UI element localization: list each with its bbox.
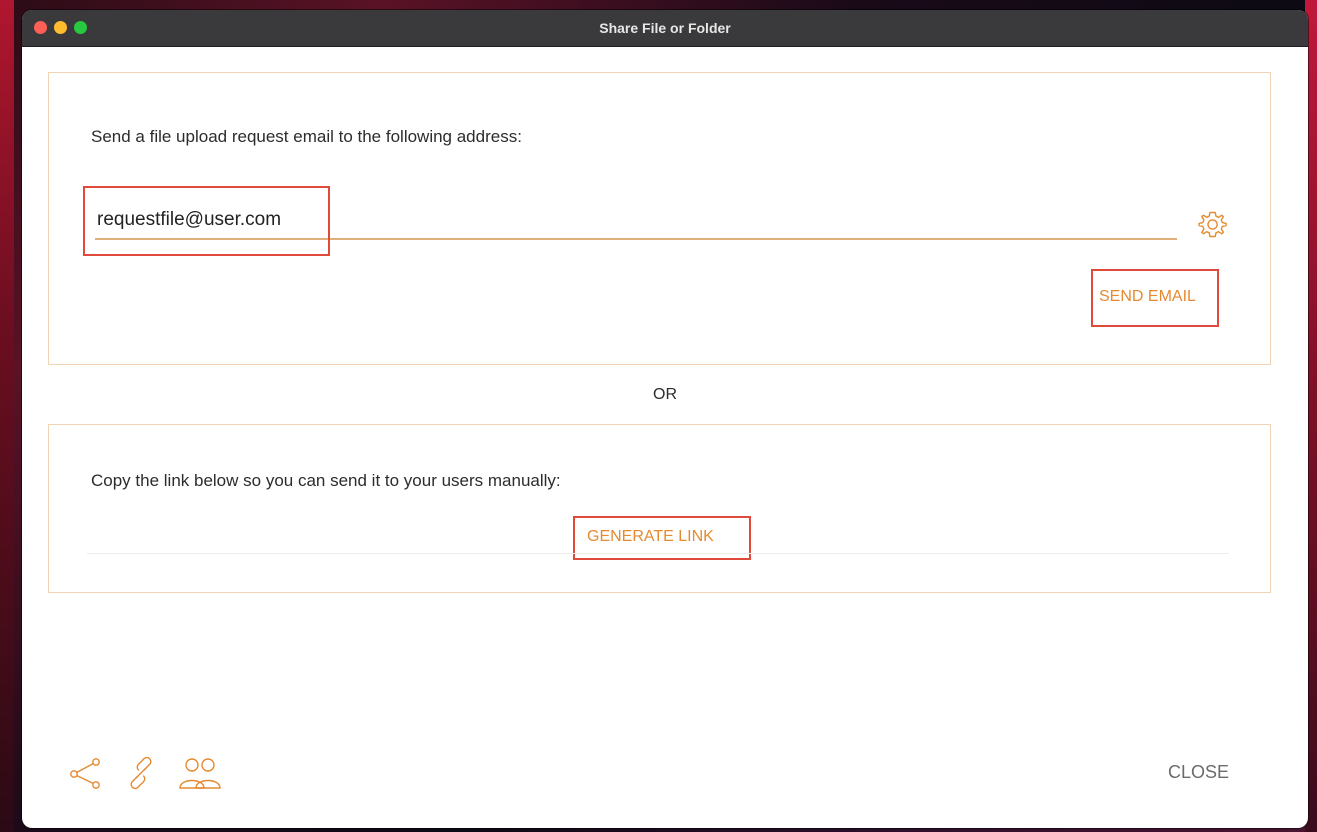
gear-icon[interactable] — [1197, 209, 1229, 241]
link-panel: Copy the link below so you can send it t… — [48, 424, 1271, 593]
window-title: Share File or Folder — [599, 20, 731, 36]
desktop-background-left — [0, 0, 14, 832]
users-icon[interactable] — [178, 756, 222, 790]
or-separator: OR — [653, 386, 677, 403]
send-email-button[interactable]: SEND EMAIL — [1099, 288, 1196, 306]
link-prompt: Copy the link below so you can send it t… — [91, 471, 561, 490]
link-icon[interactable] — [124, 756, 158, 790]
title-bar: Share File or Folder — [22, 10, 1308, 47]
email-input[interactable] — [95, 206, 1177, 240]
generate-link-button[interactable]: GENERATE LINK — [587, 528, 714, 546]
link-field-divider — [87, 553, 1229, 554]
share-icon[interactable] — [68, 756, 102, 790]
close-button[interactable]: CLOSE — [1168, 762, 1229, 783]
email-request-panel: Send a file upload request email to the … — [48, 72, 1271, 365]
share-dialog-window: Share File or Folder Send a file upload … — [22, 10, 1308, 828]
email-request-prompt: Send a file upload request email to the … — [91, 127, 522, 146]
